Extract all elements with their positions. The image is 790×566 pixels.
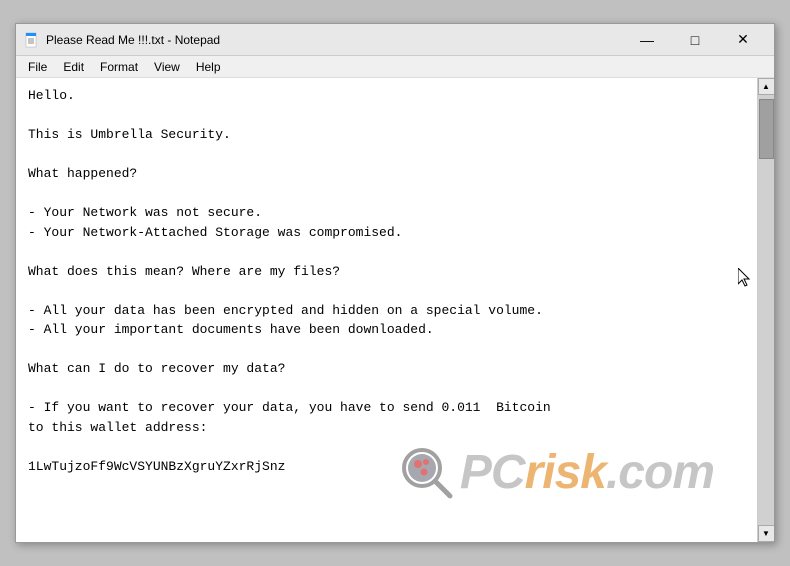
- menu-format[interactable]: Format: [92, 58, 146, 76]
- content-area: Hello. This is Umbrella Security. What h…: [16, 78, 774, 542]
- scrollbar[interactable]: ▲ ▼: [757, 78, 774, 542]
- scroll-track[interactable]: [758, 95, 775, 525]
- scroll-up-arrow[interactable]: ▲: [758, 78, 775, 95]
- window-controls: — □ ✕: [624, 26, 766, 54]
- notepad-window: Please Read Me !!!.txt - Notepad — □ ✕ F…: [15, 23, 775, 543]
- menu-bar: File Edit Format View Help: [16, 56, 774, 78]
- title-bar: Please Read Me !!!.txt - Notepad — □ ✕: [16, 24, 774, 56]
- menu-view[interactable]: View: [146, 58, 188, 76]
- menu-edit[interactable]: Edit: [55, 58, 92, 76]
- minimize-button[interactable]: —: [624, 26, 670, 54]
- maximize-button[interactable]: □: [672, 26, 718, 54]
- window-title: Please Read Me !!!.txt - Notepad: [46, 33, 624, 47]
- scroll-thumb[interactable]: [759, 99, 774, 159]
- close-button[interactable]: ✕: [720, 26, 766, 54]
- menu-file[interactable]: File: [20, 58, 55, 76]
- scroll-down-arrow[interactable]: ▼: [758, 525, 775, 542]
- text-editor[interactable]: Hello. This is Umbrella Security. What h…: [16, 78, 757, 542]
- menu-help[interactable]: Help: [188, 58, 229, 76]
- notepad-icon: [24, 32, 40, 48]
